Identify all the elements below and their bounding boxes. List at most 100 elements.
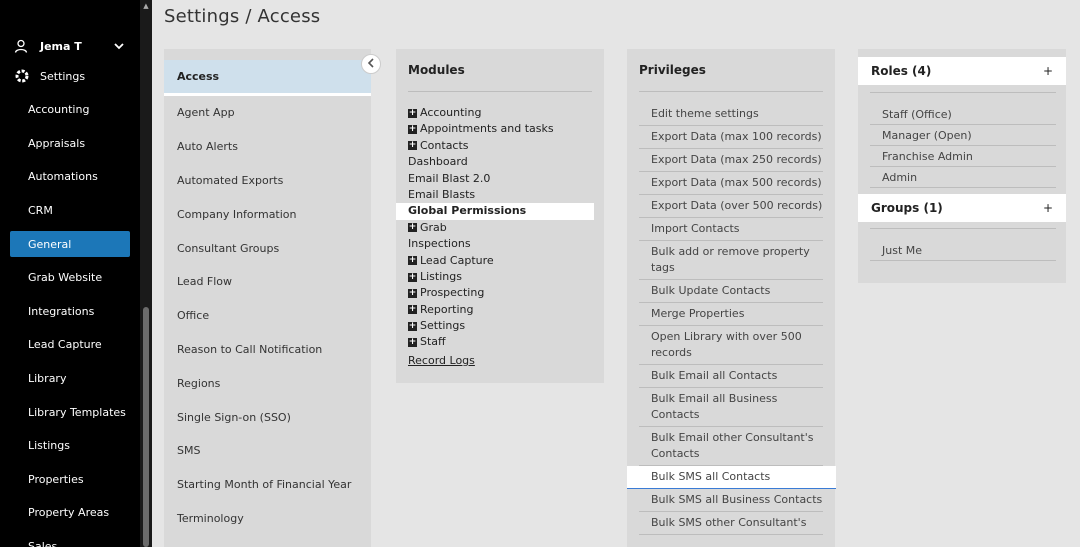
scroll-up-icon[interactable]: ▲: [142, 2, 150, 10]
group-item[interactable]: Just Me: [870, 240, 1056, 261]
settings-item-auto-alerts[interactable]: Auto Alerts: [164, 130, 371, 164]
sidebar-item-integrations[interactable]: Integrations: [0, 295, 140, 329]
sidebar-item-accounting[interactable]: Accounting: [0, 93, 140, 127]
settings-item-financial-year[interactable]: Starting Month of Financial Year: [164, 468, 371, 502]
settings-item-automated-exports[interactable]: Automated Exports: [164, 164, 371, 198]
privileges-title: Privileges: [639, 63, 706, 77]
record-logs-link[interactable]: Record Logs: [408, 353, 592, 369]
sidebar-item-library[interactable]: Library: [0, 362, 140, 396]
settings-item-company-information[interactable]: Company Information: [164, 197, 371, 231]
sidebar-item-property-areas[interactable]: Property Areas: [0, 496, 140, 530]
gear-icon: [14, 68, 30, 84]
privilege-item[interactable]: Edit theme settings: [639, 103, 823, 126]
module-appointments[interactable]: + Appointments and tasks: [408, 121, 592, 137]
module-label: Email Blasts: [408, 187, 476, 201]
module-lead-capture[interactable]: + Lead Capture: [408, 253, 592, 269]
sidebar-item-lead-capture[interactable]: Lead Capture: [0, 328, 140, 362]
privilege-item[interactable]: Bulk Email all Contacts: [639, 365, 823, 388]
privilege-item[interactable]: Bulk Update Contacts: [639, 280, 823, 303]
role-item[interactable]: Staff (Office): [870, 104, 1056, 125]
divider: [870, 228, 1056, 229]
role-item[interactable]: Admin: [870, 167, 1056, 188]
privilege-item[interactable]: Bulk Email other Consultant's Contacts: [639, 427, 823, 466]
add-group-button[interactable]: +: [1030, 194, 1066, 222]
settings-item-access[interactable]: Access: [164, 60, 371, 96]
privilege-item[interactable]: Bulk add or remove property tags: [639, 241, 823, 280]
plus-box-icon[interactable]: +: [408, 305, 417, 315]
module-settings[interactable]: + Settings: [408, 318, 592, 334]
sidebar-scrollbar[interactable]: ▲: [140, 0, 152, 547]
privilege-item[interactable]: Merge Properties: [639, 303, 823, 326]
privilege-item[interactable]: Bulk SMS other Consultant's: [639, 512, 823, 535]
chevron-left-icon: [367, 57, 375, 71]
plus-box-icon[interactable]: +: [408, 125, 417, 135]
module-dashboard[interactable]: Dashboard: [408, 154, 592, 170]
sidebar-item-properties[interactable]: Properties: [0, 463, 140, 497]
user-menu[interactable]: Jema T: [14, 37, 124, 55]
module-email-blast-2[interactable]: Email Blast 2.0: [408, 171, 592, 187]
settings-item-consultant-groups[interactable]: Consultant Groups: [164, 231, 371, 265]
collapse-panel-button[interactable]: [361, 54, 381, 74]
sidebar-item-general[interactable]: General: [10, 231, 130, 258]
module-label: Reporting: [420, 302, 474, 316]
settings-item-terminology[interactable]: Terminology: [164, 502, 371, 536]
chevron-down-icon[interactable]: [114, 40, 124, 53]
plus-box-icon[interactable]: +: [408, 321, 417, 331]
sidebar-item-grab-website[interactable]: Grab Website: [0, 261, 140, 295]
privileges-list: Edit theme settings Export Data (max 100…: [627, 92, 836, 535]
module-label: Dashboard: [408, 155, 468, 169]
plus-box-icon[interactable]: +: [408, 223, 417, 233]
settings-item-agent-app[interactable]: Agent App: [164, 96, 371, 130]
privilege-item[interactable]: Open Library with over 500 records: [639, 326, 823, 365]
module-accounting[interactable]: + Accounting: [408, 105, 592, 121]
settings-item-reason-to-call[interactable]: Reason to Call Notification: [164, 333, 371, 367]
plus-box-icon[interactable]: +: [408, 288, 417, 298]
settings-item-lead-flow[interactable]: Lead Flow: [164, 265, 371, 299]
role-item[interactable]: Franchise Admin: [870, 146, 1056, 167]
module-inspections[interactable]: Inspections: [408, 236, 592, 252]
scrollbar-thumb[interactable]: [143, 307, 149, 547]
module-label: Staff: [420, 335, 446, 349]
module-global-permissions[interactable]: Global Permissions: [396, 203, 594, 220]
settings-item-sms[interactable]: SMS: [164, 434, 371, 468]
privilege-item[interactable]: Export Data (over 500 records): [639, 195, 823, 218]
modules-panel: Modules + Accounting + Appointments and ta…: [396, 49, 604, 383]
module-label: Appointments and tasks: [420, 122, 554, 136]
privilege-item[interactable]: Export Data (max 100 records): [639, 126, 823, 149]
plus-box-icon[interactable]: +: [408, 141, 417, 151]
sidebar-item-sales[interactable]: Sales: [0, 530, 140, 547]
privilege-item[interactable]: Export Data (max 500 records): [639, 172, 823, 195]
settings-item-regions[interactable]: Regions: [164, 366, 371, 400]
plus-box-icon[interactable]: +: [408, 338, 417, 348]
module-label: Global Permissions: [408, 204, 527, 218]
module-label: Prospecting: [420, 286, 485, 300]
module-email-blasts[interactable]: Email Blasts: [408, 187, 592, 203]
privilege-item[interactable]: Bulk SMS all Business Contacts: [639, 489, 823, 512]
page-title: Settings / Access: [164, 6, 321, 27]
sidebar-item-listings[interactable]: Listings: [0, 429, 140, 463]
plus-box-icon[interactable]: +: [408, 256, 417, 266]
plus-box-icon[interactable]: +: [408, 108, 417, 118]
module-label: Listings: [420, 269, 462, 283]
privilege-item[interactable]: Export Data (max 250 records): [639, 149, 823, 172]
plus-box-icon[interactable]: +: [408, 272, 417, 282]
privilege-item[interactable]: Import Contacts: [639, 218, 823, 241]
module-listings[interactable]: + Listings: [408, 269, 592, 285]
module-staff[interactable]: + Staff: [408, 334, 592, 350]
sidebar-item-automations[interactable]: Automations: [0, 160, 140, 194]
module-reporting[interactable]: + Reporting: [408, 302, 592, 318]
sidebar-item-library-templates[interactable]: Library Templates: [0, 395, 140, 429]
sidebar-item-appraisals[interactable]: Appraisals: [0, 127, 140, 161]
privilege-item[interactable]: Bulk Email all Business Contacts: [639, 388, 823, 427]
module-label: Lead Capture: [420, 253, 494, 267]
sidebar-item-crm[interactable]: CRM: [0, 194, 140, 228]
settings-item-sso[interactable]: Single Sign-on (SSO): [164, 400, 371, 434]
privilege-item-selected[interactable]: Bulk SMS all Contacts: [627, 466, 836, 489]
settings-item-office[interactable]: Office: [164, 299, 371, 333]
module-contacts[interactable]: + Contacts: [408, 138, 592, 154]
module-grab[interactable]: + Grab: [408, 220, 592, 236]
settings-nav-header[interactable]: Settings: [14, 67, 124, 85]
role-item[interactable]: Manager (Open): [870, 125, 1056, 146]
module-prospecting[interactable]: + Prospecting: [408, 285, 592, 301]
add-role-button[interactable]: +: [1030, 57, 1066, 85]
